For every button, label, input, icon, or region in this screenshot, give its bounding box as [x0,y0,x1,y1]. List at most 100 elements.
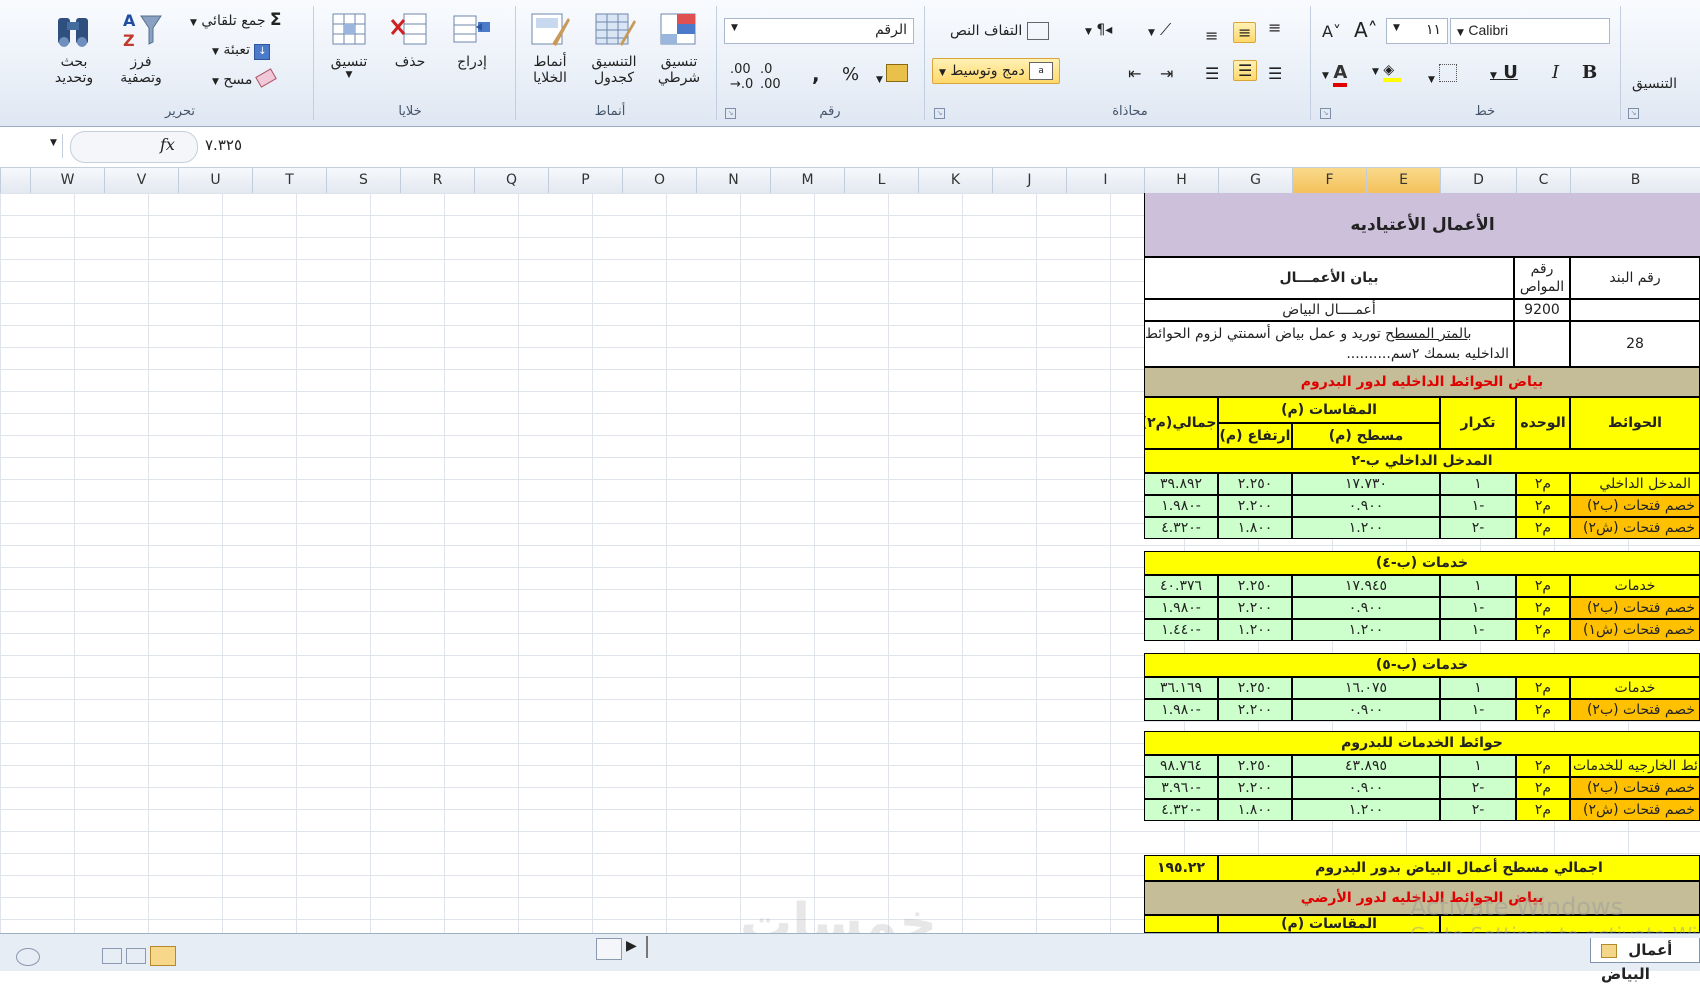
row-total[interactable]: ٩٨.٧٦٤ [1144,755,1218,777]
zoom-icon[interactable] [16,948,40,966]
row-area[interactable]: ١٧.٩٤٥ [1292,575,1440,597]
dialog-launcher-icon[interactable]: ↘ [934,108,945,119]
row-unit[interactable]: م٢ [1516,799,1570,821]
row-wall[interactable]: خدمات [1570,677,1700,699]
row-repeat[interactable]: ١- [1440,699,1516,721]
column-header-d[interactable]: D [1440,168,1516,193]
column-header-o[interactable]: O [622,168,696,193]
row-height[interactable]: ٢.٢٠٠ [1218,495,1292,517]
column-header-m[interactable]: M [770,168,844,193]
row-height[interactable]: ٢.٢٥٠ [1218,473,1292,495]
column-header-c[interactable]: C [1516,168,1570,193]
row-area[interactable]: ١.٢٠٠ [1292,619,1440,641]
row-repeat[interactable]: ١- [1440,597,1516,619]
row-repeat[interactable]: ٢- [1440,517,1516,539]
dialog-launcher-icon[interactable]: ↘ [1320,108,1331,119]
column-header-b[interactable]: B [1570,168,1700,193]
column-header-l[interactable]: L [844,168,918,193]
clear-button[interactable]: ▼ مسح [212,68,277,88]
column-header-w[interactable]: W [30,168,104,193]
row-repeat[interactable]: ٢- [1440,777,1516,799]
column-header-k[interactable]: K [918,168,992,193]
column-header-g[interactable]: G [1218,168,1292,193]
row-repeat[interactable]: ١ [1440,677,1516,699]
row-wall[interactable]: خصم فتحات (ب٢) [1570,597,1700,619]
dialog-launcher-icon[interactable]: ↘ [1628,108,1639,119]
row-wall[interactable]: خصم فتحات (ب٢) [1570,777,1700,799]
row-wall[interactable]: خصم فتحات (ش٢) [1570,517,1700,539]
italic-button[interactable]: I [1552,62,1559,83]
row-area[interactable]: ٤٣.٨٩٥ [1292,755,1440,777]
row-height[interactable]: ٢.٢٠٠ [1218,777,1292,799]
underline-button[interactable]: ▼ U [1490,62,1518,83]
cell-styles-button[interactable]: أنماط الخلايا [522,8,578,86]
font-color-button[interactable]: ▼ A [1322,62,1348,87]
row-wall[interactable]: خصم فتحات (ب٢) [1570,495,1700,517]
row-total[interactable]: ٤٠.٣٧٦ [1144,575,1218,597]
row-area[interactable]: ١.٢٠٠ [1292,517,1440,539]
wrap-text-button[interactable]: التفاف النص [950,22,1049,40]
row-repeat[interactable]: ٢- [1440,799,1516,821]
normal-view-icon[interactable] [102,948,122,964]
column-header-q[interactable]: Q [474,168,548,193]
grow-font-button[interactable]: A˄ [1354,18,1378,42]
font-name-select[interactable]: ▼ Calibri [1450,18,1610,44]
row-height[interactable]: ٢.٢٠٠ [1218,597,1292,619]
increase-decimal-button[interactable]: .0.00 [760,62,781,92]
increase-indent-button[interactable]: ⇥ [1160,64,1173,83]
row-total[interactable]: ٣٦.١٦٩ [1144,677,1218,699]
row-wall[interactable]: خصم فتحات (ب٢) [1570,699,1700,721]
align-left-button[interactable]: ☰ [1268,64,1282,83]
row-area[interactable]: ٠.٩٠٠ [1292,495,1440,517]
column-header-n[interactable]: N [696,168,770,193]
row-area[interactable]: ١٦.٠٧٥ [1292,677,1440,699]
row-area[interactable]: ٠.٩٠٠ [1292,597,1440,619]
row-total[interactable]: ٤.٣٢٠- [1144,799,1218,821]
tab-split-handle[interactable] [646,936,648,958]
row-unit[interactable]: م٢ [1516,597,1570,619]
font-size-select[interactable]: ▼ ١١ [1386,18,1448,44]
row-unit[interactable]: م٢ [1516,517,1570,539]
conditional-formatting-button[interactable]: تنسيق شرطي [650,8,708,86]
row-unit[interactable]: م٢ [1516,619,1570,641]
row-area[interactable]: ٠.٩٠٠ [1292,699,1440,721]
row-wall[interactable]: خدمات [1570,575,1700,597]
comma-style-button[interactable]: , [812,62,820,86]
row-unit[interactable]: م٢ [1516,677,1570,699]
column-header-f[interactable]: F [1292,168,1366,193]
row-height[interactable]: ٢.٢٥٠ [1218,755,1292,777]
column-header-e[interactable]: E [1366,168,1440,193]
row-area[interactable]: ١٧.٧٣٠ [1292,473,1440,495]
grand-total-value[interactable]: ١٩٥.٢٢ [1144,855,1218,881]
row-wall[interactable]: المدخل الداخلي [1570,473,1700,495]
align-bottom-button[interactable]: ≡ [1205,26,1218,45]
number-format-select[interactable]: ▼ الرقم [724,18,914,44]
page-break-view-icon[interactable] [150,946,176,966]
row-total[interactable]: ١.٩٨٠- [1144,495,1218,517]
row-area[interactable]: ٠.٩٠٠ [1292,777,1440,799]
merge-center-button[interactable]: ▼ دمج وتوسيط a [932,58,1061,84]
row-area[interactable]: ١.٢٠٠ [1292,799,1440,821]
row-unit[interactable]: م٢ [1516,473,1570,495]
row-repeat[interactable]: ١ [1440,473,1516,495]
tab-scroll-right-icon[interactable]: ▶ [626,938,637,954]
decrease-decimal-button[interactable]: .00 →.0 [730,62,753,92]
row-unit[interactable]: م٢ [1516,575,1570,597]
row-repeat[interactable]: ١- [1440,495,1516,517]
worksheet-grid[interactable]: الأعمال الأعتياديه بيان الأعمـــال رقم ا… [0,193,1700,933]
format-painter-button[interactable]: التنسيق [1632,76,1677,92]
column-header-u[interactable]: U [178,168,252,193]
dialog-launcher-icon[interactable]: ↘ [725,108,736,119]
formula-bar-handle[interactable] [70,131,198,163]
row-repeat[interactable]: ١- [1440,619,1516,641]
bold-button[interactable]: B [1582,62,1597,83]
row-height[interactable]: ٢.٢٠٠ [1218,699,1292,721]
rtl-direction-button[interactable]: ▼ ¶◂ [1085,22,1112,38]
orientation-button[interactable]: ▼ ⟋ [1148,20,1171,40]
currency-format-button[interactable]: ▼ [876,64,908,86]
row-repeat[interactable]: ١ [1440,575,1516,597]
sort-filter-button[interactable]: AZ فرز وتصفية [112,8,170,86]
column-header-h[interactable]: H [1144,168,1218,193]
column-header-r[interactable]: R [400,168,474,193]
row-height[interactable]: ٢.٢٥٠ [1218,677,1292,699]
